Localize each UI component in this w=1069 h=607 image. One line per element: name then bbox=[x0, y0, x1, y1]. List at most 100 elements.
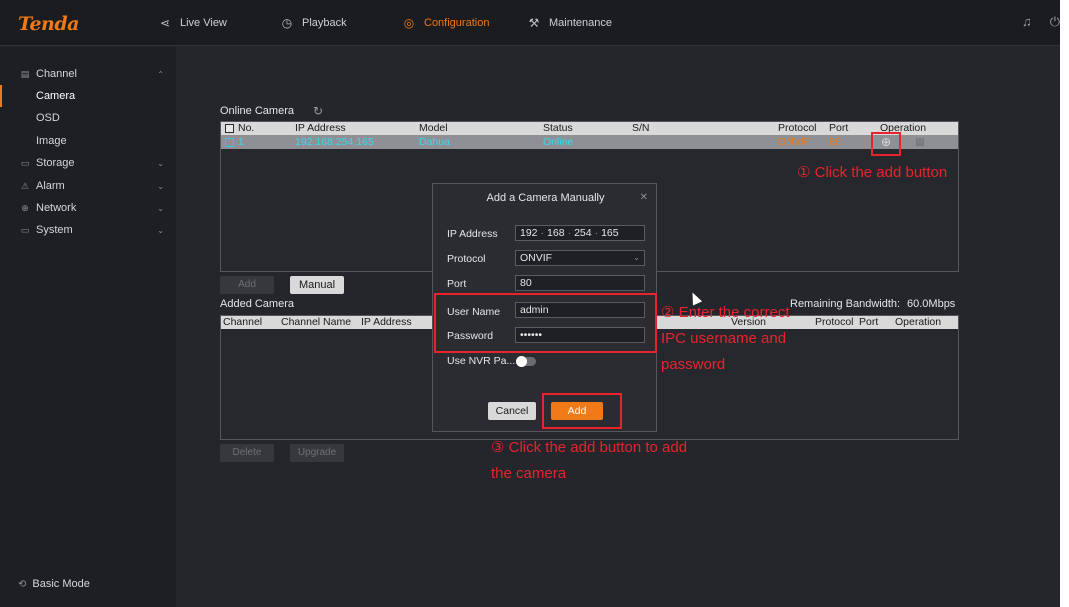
protocol-value: ONVIF bbox=[520, 252, 553, 264]
use-nvr-password-label: Use NVR Pa... bbox=[447, 355, 516, 367]
column-header: IP Address bbox=[361, 316, 412, 328]
live-view-icon: ⋖ bbox=[159, 16, 171, 30]
sidebar-item-camera[interactable]: Camera bbox=[0, 85, 176, 107]
ip-octet: 192 bbox=[520, 227, 538, 239]
sidebar: ▤ Channel ⌃ Camera OSD Image ▭ Storage ⌄… bbox=[0, 47, 176, 607]
chevron-down-icon: ⌄ bbox=[157, 181, 164, 191]
playback-icon: ◷ bbox=[281, 16, 293, 30]
column-header: IP Address bbox=[295, 122, 346, 134]
sidebar-group-label: Channel bbox=[36, 68, 77, 80]
row-checkbox[interactable] bbox=[225, 138, 234, 147]
cell-no: 1 bbox=[238, 136, 244, 148]
sidebar-item-image[interactable]: Image bbox=[0, 130, 176, 152]
delete-button[interactable]: Delete bbox=[220, 444, 274, 462]
sidebar-group-channel[interactable]: ▤ Channel ⌃ bbox=[0, 63, 176, 85]
refresh-icon[interactable]: ↻ bbox=[313, 104, 323, 118]
sidebar-group-network[interactable]: ⊕ Network ⌄ bbox=[0, 197, 176, 219]
sidebar-item-label: OSD bbox=[36, 112, 60, 124]
sidebar-group-label: System bbox=[36, 224, 73, 236]
column-header: Model bbox=[419, 122, 448, 134]
column-header: Operation bbox=[895, 316, 942, 328]
column-header: Channel Name bbox=[281, 316, 352, 328]
power-icon[interactable]: ⏻ bbox=[1050, 14, 1060, 30]
tab-configuration-label: Configuration bbox=[424, 17, 490, 29]
chevron-down-icon: ⌄ bbox=[157, 203, 164, 213]
port-field[interactable]: 80 bbox=[515, 275, 645, 291]
column-header: Channel bbox=[223, 316, 263, 328]
sidebar-group-label: Storage bbox=[36, 157, 75, 169]
tab-live-view-label: Live View bbox=[180, 17, 227, 29]
annotation-box-step2 bbox=[434, 293, 657, 353]
select-all-checkbox[interactable] bbox=[225, 124, 234, 133]
annotation-step2-line1: ② Enter the correct bbox=[661, 304, 790, 321]
upgrade-button[interactable]: Upgrade bbox=[290, 444, 344, 462]
sidebar-group-alarm[interactable]: ⚠ Alarm ⌄ bbox=[0, 175, 176, 197]
cell-status: Online bbox=[543, 136, 574, 148]
manual-button[interactable]: Manual bbox=[290, 276, 344, 294]
added-camera-title: Added Camera bbox=[220, 298, 294, 310]
sidebar-group-storage[interactable]: ▭ Storage ⌄ bbox=[0, 152, 176, 174]
tab-maintenance-label: Maintenance bbox=[549, 17, 612, 29]
maintenance-icon: ⚒ bbox=[528, 16, 540, 30]
annotation-box-step1 bbox=[871, 132, 901, 156]
tab-live-view[interactable]: ⋖ Live View bbox=[158, 0, 227, 46]
chevron-down-icon: ⌄ bbox=[157, 158, 164, 168]
tab-maintenance[interactable]: ⚒ Maintenance bbox=[527, 0, 612, 46]
column-header: No. bbox=[238, 122, 255, 134]
cell-protocol: ONVIF bbox=[778, 136, 811, 148]
close-icon[interactable]: ✕ bbox=[640, 192, 648, 203]
top-bar: Tenda ⋖ Live View ◷ Playback ◎ Configura… bbox=[0, 0, 1060, 46]
configuration-icon: ◎ bbox=[403, 16, 415, 30]
sidebar-item-osd[interactable]: OSD bbox=[0, 107, 176, 129]
ip-octet: 254 bbox=[574, 227, 592, 239]
app-window: Tenda ⋖ Live View ◷ Playback ◎ Configura… bbox=[0, 0, 1060, 607]
add-button[interactable]: Add bbox=[220, 276, 274, 294]
annotation-step3-line1: ③ Click the add button to add bbox=[491, 439, 688, 456]
basic-mode-icon: ⟲ bbox=[18, 578, 27, 590]
chevron-down-icon: ⌄ bbox=[157, 225, 164, 235]
tab-configuration[interactable]: ◎ Configuration bbox=[402, 0, 490, 46]
sidebar-item-label: Camera bbox=[36, 90, 76, 102]
storage-icon: ▭ bbox=[20, 157, 30, 168]
cancel-button[interactable]: Cancel bbox=[488, 402, 536, 420]
annotation-step3-line2: the camera bbox=[491, 465, 567, 482]
basic-mode-button[interactable]: ⟲ Basic Mode bbox=[0, 573, 176, 595]
port-label: Port bbox=[447, 278, 467, 290]
chevron-down-icon: ⌄ bbox=[633, 253, 640, 262]
protocol-select[interactable]: ONVIF ⌄ bbox=[515, 250, 645, 266]
cell-port: 80 bbox=[829, 136, 841, 148]
channel-icon: ▤ bbox=[20, 68, 30, 79]
annotation-step1: ① Click the add button bbox=[797, 164, 948, 181]
column-header: Protocol bbox=[815, 316, 854, 328]
top-right-icons: ♫ ⏻ bbox=[1022, 14, 1060, 30]
column-header: S/N bbox=[632, 122, 650, 134]
bell-icon[interactable]: ♫ bbox=[1022, 14, 1032, 30]
sidebar-group-system[interactable]: ▭ System ⌄ bbox=[0, 219, 176, 241]
use-nvr-password-toggle[interactable] bbox=[516, 356, 536, 367]
table-header: No. IP Address Model Status S/N Protocol… bbox=[221, 122, 958, 135]
column-header: Status bbox=[543, 122, 573, 134]
toggle-knob bbox=[516, 356, 527, 367]
dialog-title: Add a Camera Manually bbox=[486, 192, 605, 204]
column-header: Port bbox=[859, 316, 879, 328]
annotation-step2-line2: IPC username and bbox=[661, 330, 787, 347]
tab-playback-label: Playback bbox=[302, 17, 347, 29]
sidebar-item-label: Image bbox=[36, 135, 67, 147]
remaining-bandwidth-value: 60.0Mbps bbox=[907, 298, 956, 310]
edit-icon[interactable]: ▦ bbox=[915, 135, 925, 149]
cell-ip: 192.168.254.165 bbox=[295, 136, 374, 148]
chevron-up-icon: ⌃ bbox=[157, 69, 164, 79]
tab-playback[interactable]: ◷ Playback bbox=[280, 0, 347, 46]
ip-address-label: IP Address bbox=[447, 228, 498, 240]
ip-octet: 168 bbox=[547, 227, 565, 239]
ip-address-field[interactable]: 192 · 168 · 254 · 165 bbox=[515, 225, 645, 241]
protocol-label: Protocol bbox=[447, 253, 486, 265]
column-header: Port bbox=[829, 122, 849, 134]
sidebar-group-label: Network bbox=[36, 202, 77, 214]
annotation-step2-line3: password bbox=[661, 356, 726, 373]
online-camera-title: Online Camera bbox=[220, 105, 294, 117]
ip-octet: 165 bbox=[601, 227, 619, 239]
column-header: Protocol bbox=[778, 122, 817, 134]
brand-logo: Tenda bbox=[18, 13, 79, 35]
alarm-icon: ⚠ bbox=[20, 180, 30, 191]
